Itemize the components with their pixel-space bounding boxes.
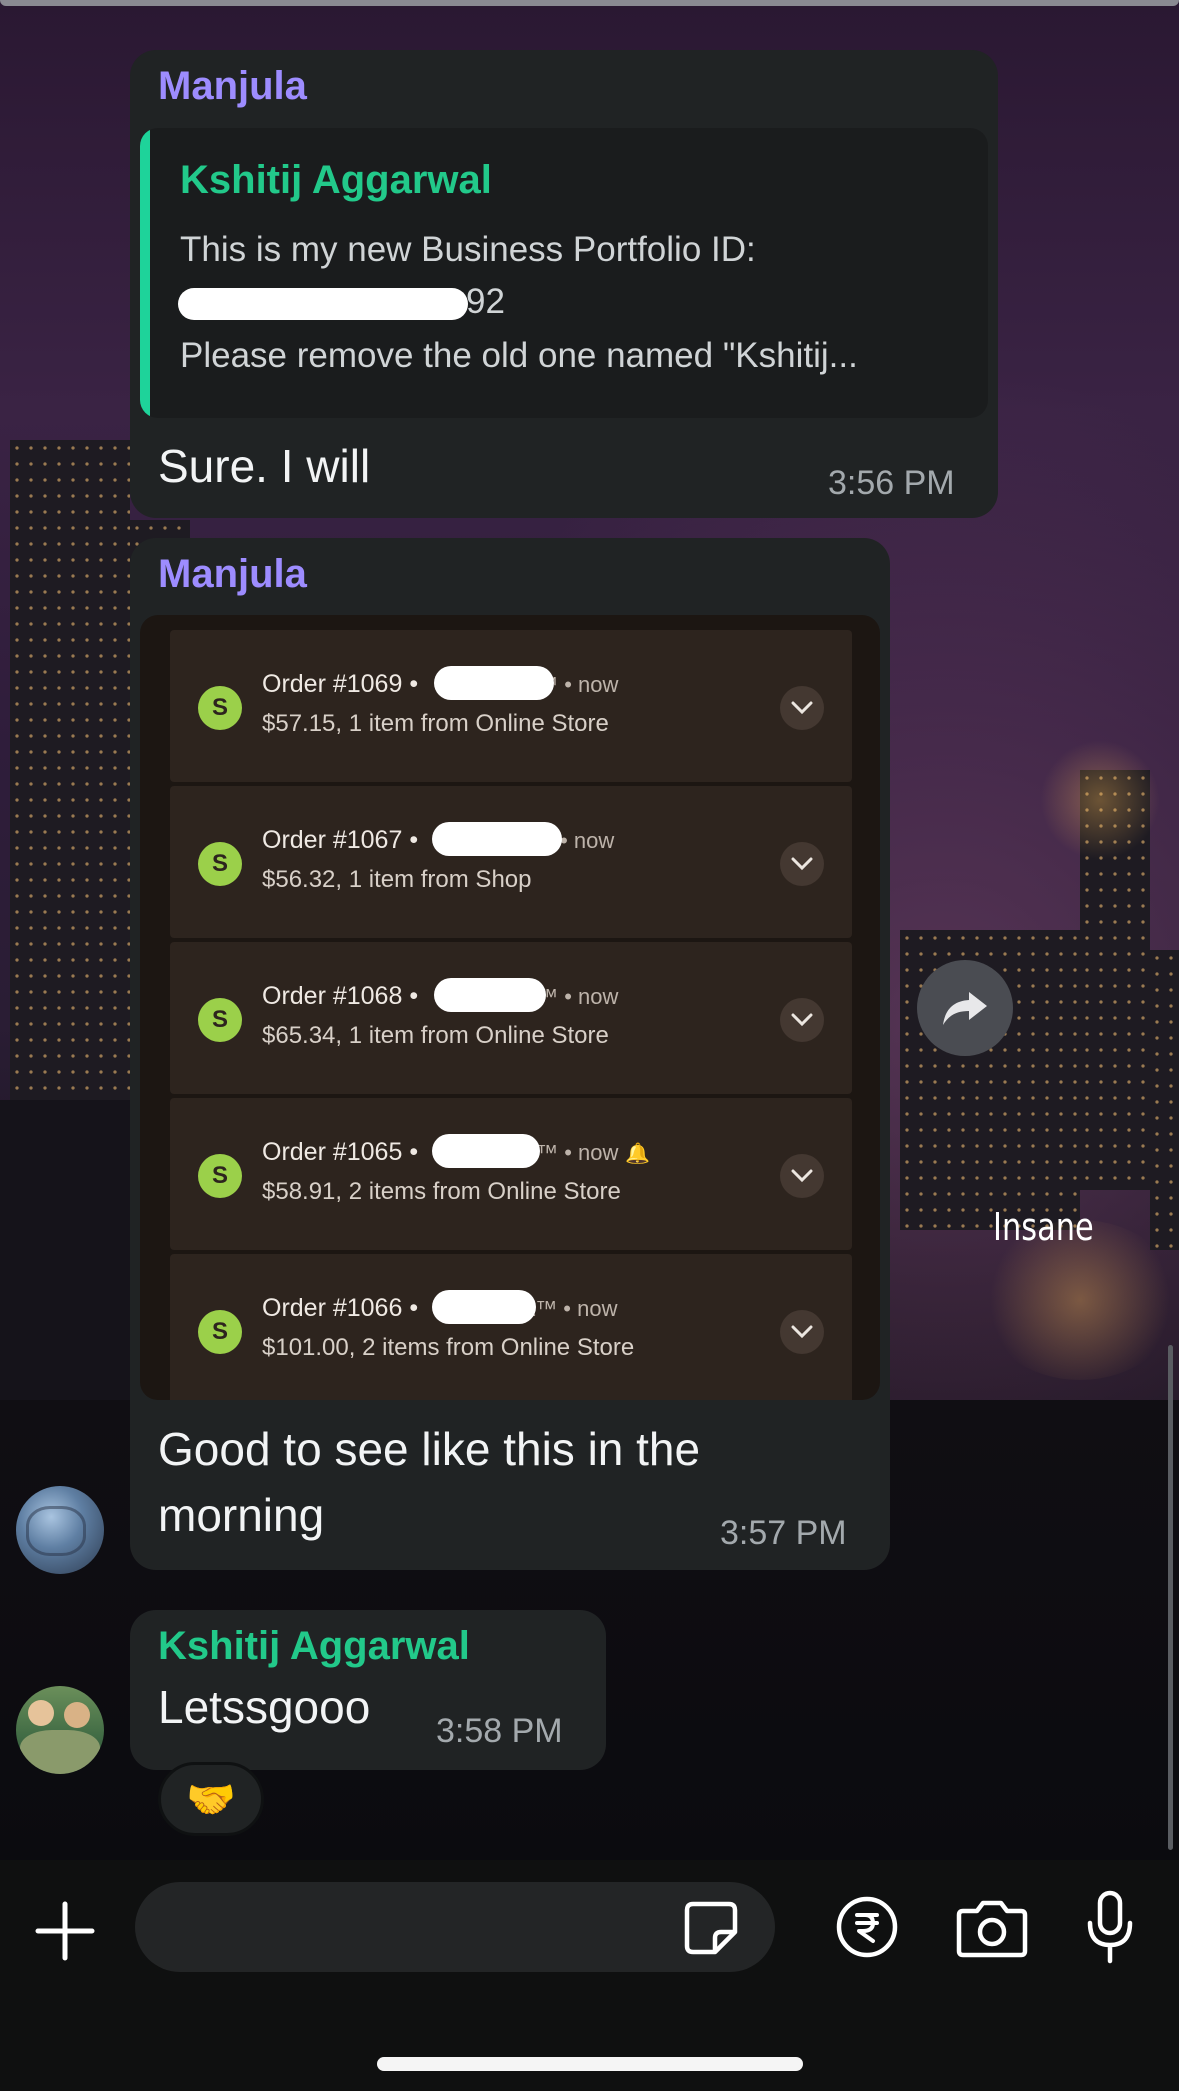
message-text: Sure. I will [158,440,371,492]
message-text: morning [158,1489,325,1541]
message-input[interactable] [135,1882,775,1972]
sticker-icon[interactable] [680,1900,742,1956]
order-notification: S Order #1065 • ™ • now 🔔 $58.91, 2 items… [170,1098,852,1250]
message-time: 3:56 PM [828,464,955,502]
chevron-down-icon [780,686,824,730]
chevron-down-icon [780,1310,824,1354]
redaction-mark [432,822,562,856]
rupee-icon[interactable] [834,1894,900,1960]
avatar[interactable] [16,1486,104,1574]
redaction-mark [432,1290,536,1324]
sender-name: Manjula [158,64,307,108]
microphone-icon[interactable] [1080,1888,1140,1968]
order-notification: S Order #1066 • st™ • now $101.00, 2 item… [170,1254,852,1400]
quoted-author: Kshitij Aggarwal [180,158,492,202]
order-notification: S Order #1068 • ™ • now $65.34, 1 item fr… [170,942,852,1094]
order-notification: S Order #1069 • ™ • now $57.15, 1 item fr… [170,630,852,782]
plus-icon[interactable] [30,1896,100,1966]
order-detail: $57.15, 1 item from Online Store [262,710,609,737]
quote-accent-bar [140,128,150,418]
message-text: Good to see like this in the [158,1423,701,1475]
shopify-bag-icon: S [198,998,242,1042]
order-detail: $65.34, 1 item from Online Store [262,1022,609,1049]
scrollbar[interactable] [1168,1345,1173,1850]
avatar[interactable] [16,1686,104,1774]
redaction-mark [434,666,554,700]
shared-image[interactable]: S Order #1069 • ™ • now $57.15, 1 item fr… [140,615,880,1400]
sender-name: Manjula [158,552,307,596]
reaction-badge[interactable]: 🤝 [158,1762,264,1836]
order-detail: $56.32, 1 item from Shop [262,866,532,893]
order-notification: S Order #1067 • • now $56.32, 1 item from… [170,786,852,938]
chevron-down-icon [780,1154,824,1198]
shopify-bag-icon: S [198,1310,242,1354]
bell-icon: 🔔 [625,1143,651,1165]
shopify-bag-icon: S [198,1154,242,1198]
quoted-message[interactable]: Kshitij Aggarwal This is my new Business… [140,128,988,418]
order-detail: $101.00, 2 items from Online Store [262,1334,635,1361]
wallpaper-caption: Insane [993,1205,1094,1249]
quoted-text-line: 92 [466,282,505,321]
screen-top-edge [0,0,1179,6]
home-indicator[interactable] [377,2057,803,2071]
sender-name: Kshitij Aggarwal [158,1624,470,1668]
quoted-text-line: This is my new Business Portfolio ID: [180,230,756,269]
chevron-down-icon [780,842,824,886]
shopify-bag-icon: S [198,686,242,730]
message-time: 3:58 PM [436,1712,563,1750]
camera-icon[interactable] [954,1896,1030,1960]
redaction-mark [432,1134,540,1168]
quoted-text-line: Please remove the old one named "Kshitij… [180,336,858,375]
chevron-down-icon [780,998,824,1042]
redaction-mark [178,288,468,320]
message-bubble[interactable]: Kshitij Aggarwal Letssgooo 3:58 PM [130,1610,606,1770]
message-text: Letssgooo [158,1681,371,1733]
forward-arrow-icon[interactable] [917,960,1013,1056]
message-time: 3:57 PM [720,1514,847,1552]
shopify-bag-icon: S [198,842,242,886]
order-detail: $58.91, 2 items from Online Store [262,1178,621,1205]
redaction-mark [434,978,546,1012]
handshake-icon: 🤝 [186,1777,236,1822]
